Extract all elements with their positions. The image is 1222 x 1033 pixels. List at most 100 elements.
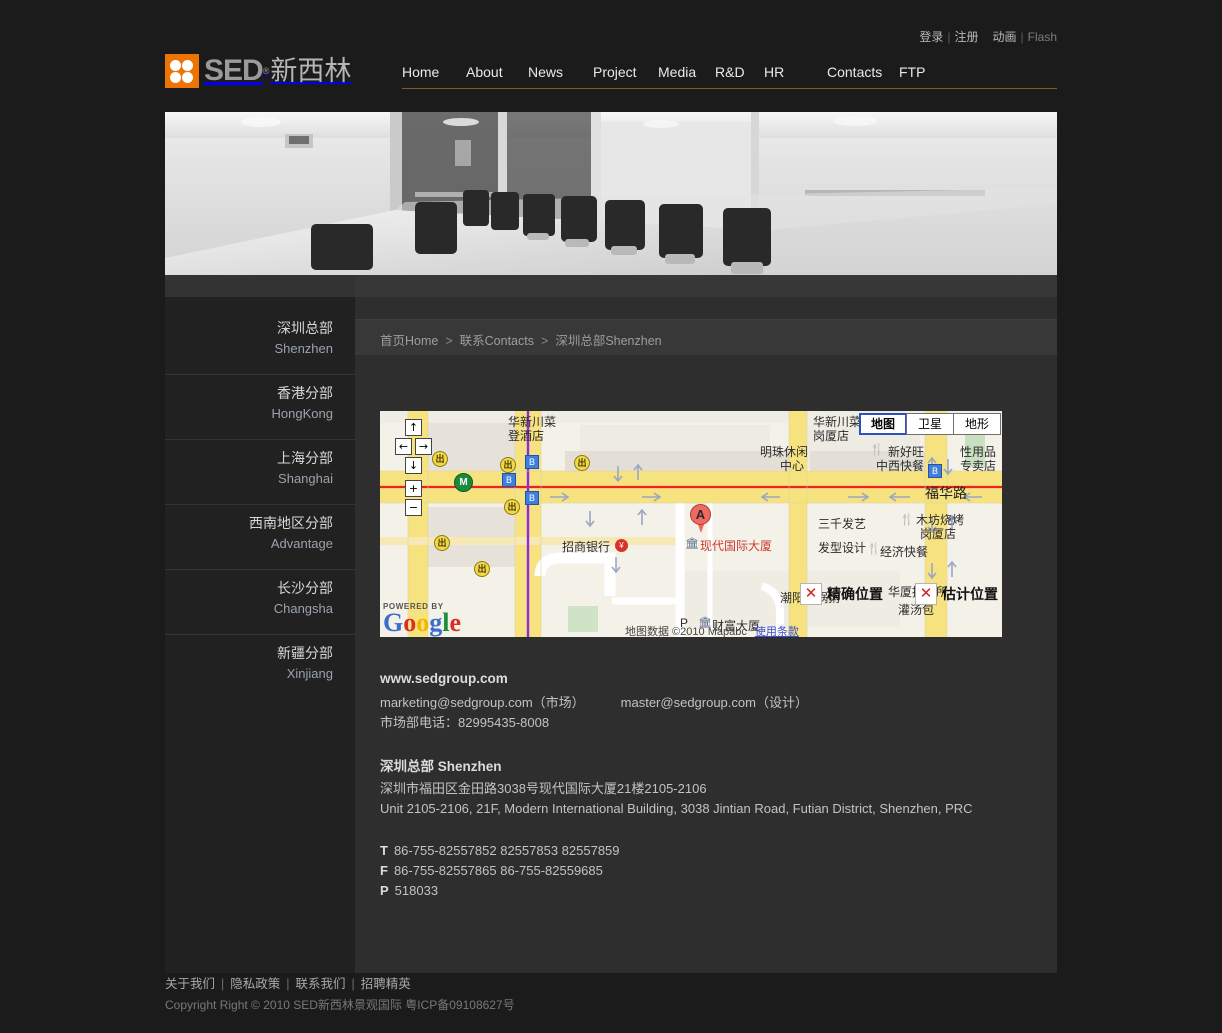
footer-link-about-us[interactable]: 关于我们 (165, 977, 215, 991)
nav-link-project[interactable]: Project (593, 62, 658, 82)
bus-stop-icon: B (525, 491, 539, 505)
map-legend-estimated-label: 估计位置 (942, 586, 998, 602)
breadcrumb-arrow-2: > (541, 334, 549, 348)
restaurant-icon: 🍴 (867, 543, 881, 555)
main-shell: 深圳总部 Shenzhen 香港分部 HongKong 上海分部 Shangha… (165, 275, 1057, 973)
google-map[interactable]: A 🏛 现代国际大厦 出 出 出 出 出 出 M B B B B ¥ 华新川菜 … (380, 411, 1002, 637)
nav-item-about[interactable]: About (466, 62, 528, 82)
nav-link-about[interactable]: About (466, 62, 528, 82)
nav-link-contacts[interactable]: Contacts (827, 62, 899, 82)
office-title: 深圳总部 Shenzhen (380, 759, 502, 774)
map-pan-left-button[interactable]: ← (395, 438, 412, 455)
map-label-faxingsheji: 发型设计 (818, 541, 867, 555)
postcode-row: P 518033 (380, 881, 1020, 901)
utility-separator-2: | (1020, 30, 1024, 44)
main-navigation: Home About News Project Media R&D HR Con… (402, 62, 1057, 82)
footer-link-contact-us[interactable]: 联系我们 (296, 977, 346, 991)
email-marketing[interactable]: marketing@sedgroup.com（市场） (380, 695, 585, 710)
sidebar-item-label-en: Xinjiang (286, 666, 333, 681)
map-label-marker: 现代国际大厦 (700, 539, 773, 553)
telephone-row: T 86-755-82557852 82557853 82557859 (380, 841, 1020, 861)
nav-item-media[interactable]: Media (658, 62, 715, 82)
fax-row: F 86-755-82557865 86-755-82559685 (380, 861, 1020, 881)
restaurant-icon: 🍴 (900, 514, 914, 526)
fax-prefix: F (380, 863, 388, 878)
nav-link-home[interactable]: Home (402, 62, 466, 82)
nav-item-news[interactable]: News (528, 62, 593, 82)
nav-item-contacts[interactable]: Contacts (827, 62, 899, 82)
map-pan-down-button[interactable]: ↓ (405, 457, 422, 474)
address-en: Unit 2105-2106, 21F, Modern Internationa… (380, 801, 973, 816)
google-wordmark-icon: Google (383, 608, 462, 637)
breadcrumb-home[interactable]: 首页Home (380, 334, 438, 348)
map-type-terrain-button[interactable]: 地形 (952, 413, 1001, 435)
panel-top-stripe-right (355, 275, 1057, 297)
red-x-icon: ✕ (915, 583, 937, 605)
map-label-gangxiadian-1: 岗厦店 (813, 429, 850, 443)
nav-link-news[interactable]: News (528, 62, 593, 82)
sidebar-item-advantage[interactable]: 西南地区分部 Advantage (165, 505, 355, 570)
registered-mark-icon: ® (262, 66, 270, 76)
map-zoom-out-button[interactable]: − (405, 499, 422, 516)
conference-room-illustration (165, 112, 1057, 275)
nav-item-rnd[interactable]: R&D (715, 62, 764, 82)
exit-icon: 出 (504, 499, 520, 515)
map-legend-estimated: ✕ 估计位置 (915, 583, 998, 605)
bus-stop-icon: B (928, 464, 942, 478)
map-terms-link[interactable]: 使用条款 (755, 626, 799, 637)
nav-link-ftp[interactable]: FTP (899, 62, 962, 82)
map-pan-up-button[interactable]: ↑ (405, 419, 422, 436)
fax-value: 86-755-82557865 86-755-82559685 (393, 863, 603, 878)
email-master[interactable]: master@sedgroup.com（设计） (621, 695, 808, 710)
sidebar-item-label-en: HongKong (271, 406, 333, 421)
nav-list: Home About News Project Media R&D HR Con… (402, 62, 1057, 82)
contact-details: www.sedgroup.com marketing@sedgroup.com（… (380, 671, 1020, 901)
nav-link-rnd[interactable]: R&D (715, 62, 764, 82)
exit-icon: 出 (434, 535, 450, 551)
breadcrumb-arrow-1: > (445, 334, 453, 348)
footer-link-careers[interactable]: 招聘精英 (361, 977, 411, 991)
sidebar-item-label-cn: 新疆分部 (277, 645, 333, 661)
sidebar-item-label-cn: 长沙分部 (277, 580, 333, 596)
nav-item-home[interactable]: Home (402, 62, 466, 82)
map-marker-a[interactable]: A (690, 504, 712, 534)
sidebar-item-changsha[interactable]: 长沙分部 Changsha (165, 570, 355, 635)
map-data-attribution: 地图数据 ©2010 Mapabc 使用条款 (625, 623, 799, 637)
bank-icon: ¥ (615, 539, 628, 552)
site-logo[interactable]: SED ® 新西林 (165, 54, 351, 88)
telephone-value: 86-755-82557852 82557853 82557859 (393, 843, 620, 858)
nav-item-hr[interactable]: HR (764, 62, 827, 82)
map-label-zhongxikuaican: 中西快餐 (876, 459, 925, 473)
map-zoom-in-button[interactable]: + (405, 480, 422, 497)
exit-icon: 出 (432, 451, 448, 467)
sidebar-item-xinjiang[interactable]: 新疆分部 Xinjiang (165, 635, 355, 700)
sidebar-item-label-en: Changsha (273, 601, 333, 616)
map-type-roadmap-button[interactable]: 地图 (858, 413, 907, 435)
panel-top-stripe (165, 275, 1057, 297)
animation-link[interactable]: 动画 (993, 30, 1017, 44)
nav-item-ftp[interactable]: FTP (899, 62, 962, 82)
footer-separator-3: | (351, 977, 355, 991)
logo-text-cn: 新西林 (270, 56, 352, 86)
marker-letter: A (690, 504, 711, 525)
flash-link[interactable]: Flash (1028, 30, 1057, 44)
register-link[interactable]: 注册 (955, 30, 979, 44)
nav-item-project[interactable]: Project (593, 62, 658, 82)
nav-link-media[interactable]: Media (658, 62, 715, 82)
sidebar-item-shenzhen[interactable]: 深圳总部 Shenzhen (165, 310, 355, 375)
map-pan-right-button[interactable]: → (415, 438, 432, 455)
footer-link-privacy[interactable]: 隐私政策 (230, 977, 280, 991)
sidebar-item-shanghai[interactable]: 上海分部 Shanghai (165, 440, 355, 505)
clover-logo-icon (165, 54, 199, 88)
breadcrumb-bar: 首页Home > 联系Contacts > 深圳总部Shenzhen (355, 319, 1057, 355)
bus-stop-icon: B (502, 473, 516, 487)
sidebar-item-hongkong[interactable]: 香港分部 HongKong (165, 375, 355, 440)
login-link[interactable]: 登录 (919, 30, 943, 44)
map-type-satellite-button[interactable]: 卫星 (905, 413, 954, 435)
email-row: marketing@sedgroup.com（市场） master@sedgrou… (380, 693, 1020, 713)
nav-link-hr[interactable]: HR (764, 62, 827, 82)
restaurant-icon: 🍴 (870, 444, 884, 456)
breadcrumb-contacts[interactable]: 联系Contacts (460, 334, 534, 348)
map-type-switcher[interactable]: 地图 卫星 地形 (858, 413, 1001, 435)
